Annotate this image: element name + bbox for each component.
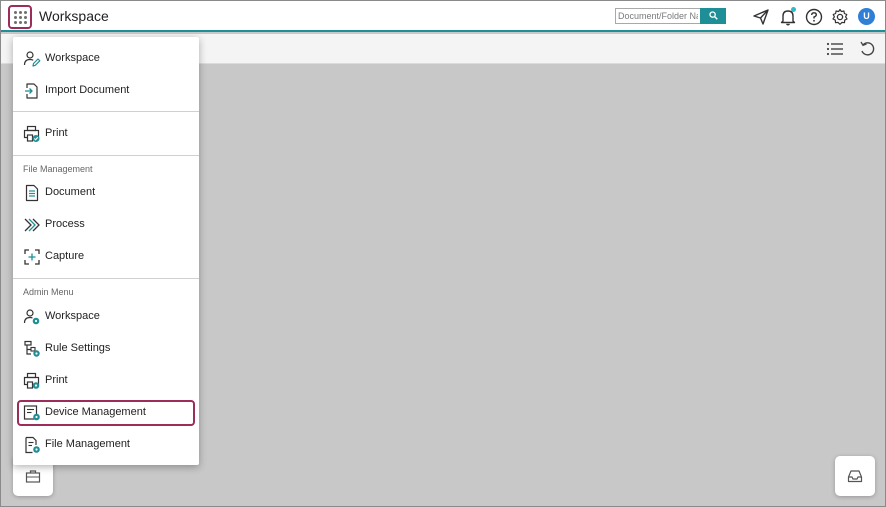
capture-icon <box>23 248 41 266</box>
menu-item-rule-settings[interactable]: Rule Settings <box>17 336 195 362</box>
menu-item-admin-print[interactable]: Print <box>17 368 195 394</box>
menu-item-label: Import Document <box>45 84 130 96</box>
help-icon[interactable] <box>804 7 824 27</box>
section-heading-file-management: File Management <box>23 164 93 174</box>
menu-item-document[interactable]: Document <box>17 180 195 206</box>
printer-check-icon <box>23 125 41 143</box>
search-input[interactable] <box>615 8 701 24</box>
printer-gear-icon <box>23 372 41 390</box>
user-edit-icon <box>23 50 41 68</box>
menu-item-admin-file-management[interactable]: File Management <box>17 432 195 458</box>
menu-item-label: Print <box>45 374 68 386</box>
menu-item-label: Device Management <box>45 406 146 418</box>
menu-divider <box>13 111 199 112</box>
top-header: Workspace U <box>1 1 885 32</box>
briefcase-icon <box>25 470 41 483</box>
inbox-icon <box>847 470 863 483</box>
list-view-icon[interactable] <box>826 41 844 57</box>
search-icon <box>709 11 718 20</box>
search-box <box>615 8 726 24</box>
menu-divider <box>13 278 199 279</box>
grid-dots-icon <box>14 11 27 24</box>
app-menu: Workspace Import Document Print File Man… <box>13 37 199 465</box>
document-icon <box>23 184 41 202</box>
menu-item-label: Process <box>45 218 85 230</box>
app-launcher-button[interactable] <box>8 5 32 29</box>
menu-divider <box>13 155 199 156</box>
section-heading-admin-menu: Admin Menu <box>23 287 74 297</box>
menu-item-label: Document <box>45 186 96 198</box>
menu-item-print[interactable]: Print <box>17 121 195 147</box>
menu-item-label: Workspace <box>45 52 100 64</box>
menu-item-label: File Management <box>45 438 130 450</box>
rule-settings-icon <box>23 340 41 358</box>
menu-item-import-document[interactable]: Import Document <box>17 78 195 104</box>
user-avatar[interactable]: U <box>858 8 875 25</box>
device-gear-icon <box>23 404 41 422</box>
settings-gear-icon[interactable] <box>830 7 850 27</box>
import-document-icon <box>23 82 41 100</box>
app-title: Workspace <box>39 8 109 24</box>
user-gear-icon <box>23 308 41 326</box>
menu-item-device-management[interactable]: Device Management <box>17 400 195 426</box>
file-gear-icon <box>23 436 41 454</box>
app-window: Workspace U <box>0 0 886 507</box>
process-chevrons-icon <box>23 216 41 234</box>
menu-item-capture[interactable]: Capture <box>17 244 195 270</box>
notification-dot <box>791 7 796 12</box>
notification-bell-icon[interactable] <box>778 7 798 27</box>
menu-item-label: Rule Settings <box>45 342 111 354</box>
menu-item-workspace[interactable]: Workspace <box>17 46 195 72</box>
search-button[interactable] <box>700 8 726 24</box>
send-icon[interactable] <box>751 7 771 27</box>
refresh-icon[interactable] <box>858 41 876 57</box>
menu-item-label: Capture <box>45 250 85 262</box>
menu-item-label: Workspace <box>45 310 100 322</box>
inbox-button[interactable] <box>835 456 875 496</box>
menu-item-admin-workspace[interactable]: Workspace <box>17 304 195 330</box>
menu-item-process[interactable]: Process <box>17 212 195 238</box>
menu-item-label: Print <box>45 127 68 139</box>
